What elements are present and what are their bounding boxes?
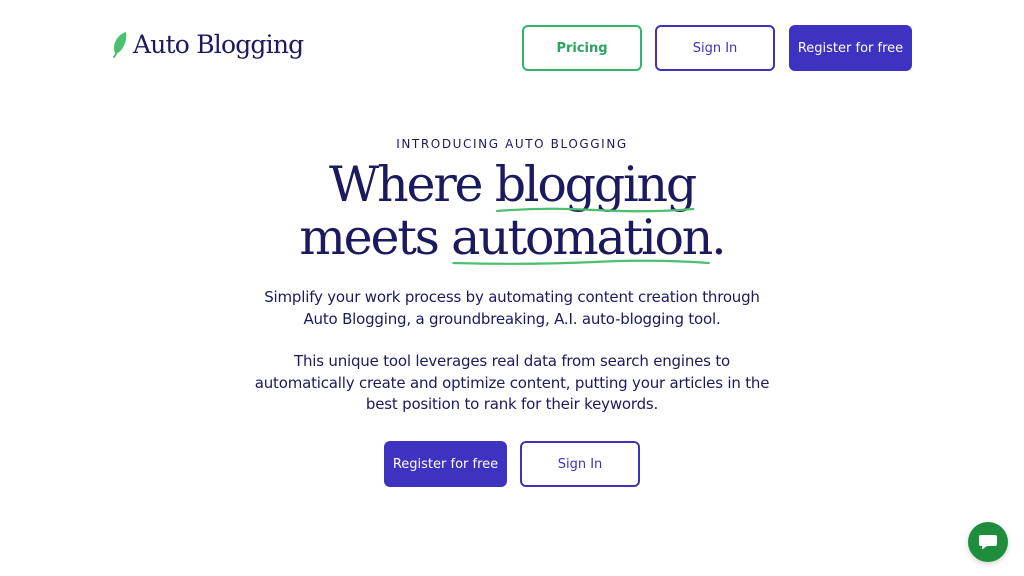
hero-headline-line-2: meets automation. [0,213,1024,265]
description-2-line-2: automatically create and optimize conten… [254,373,770,392]
brand-logo[interactable]: Auto Blogging [111,29,304,59]
hero-register-button[interactable]: Register for free [384,441,507,487]
description-1-line-1: Simplify your work process by automating… [264,288,760,306]
description-1-line-2: Auto Blogging, a groundbreaking, A.I. au… [303,309,721,328]
chat-bubble-icon [979,535,997,550]
description-2-line-1: This unique tool leverages real data fro… [293,352,730,370]
hero-headline-line-1: Where blogging [0,160,1024,213]
brand-name: Auto Blogging [133,29,304,59]
headline-period: . [711,209,727,266]
hero-description-2: This unique tool leverages real data fro… [0,351,1024,416]
quill-icon [113,32,127,58]
headline-prefix-1: Where [329,156,495,213]
headline-prefix-2: meets [299,209,452,266]
pricing-button[interactable]: Pricing [522,25,642,71]
header-register-button[interactable]: Register for free [789,25,912,71]
hero-sign-in-button[interactable]: Sign In [520,441,640,487]
green-underline-squiggle [452,259,711,265]
header-sign-in-button[interactable]: Sign In [655,25,775,71]
chat-widget-button[interactable] [968,522,1008,562]
headline-highlight-blogging: blogging [495,160,697,213]
headline-highlight-automation: automation [451,213,713,265]
description-2-line-3: best position to rank for their keywords… [365,395,659,413]
landing-page: Auto Blogging Pricing Sign In Register f… [0,0,1024,576]
hero-description-1: Simplify your work process by automating… [0,287,1024,330]
hero-eyebrow: INTRODUCING AUTO BLOGGING [396,137,628,151]
